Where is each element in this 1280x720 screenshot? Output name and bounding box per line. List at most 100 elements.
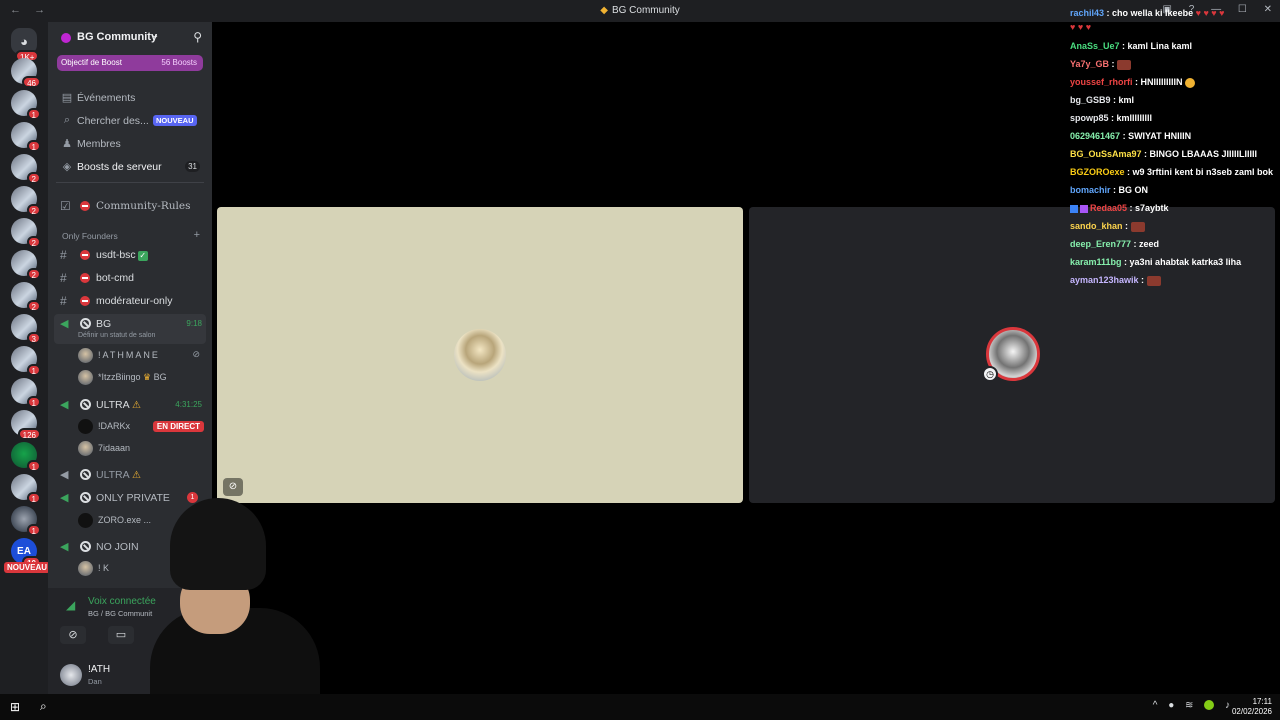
voice-timer: 4:31:25 [175,400,202,409]
unread-badge: 2 [26,300,41,312]
voice-connected-label: Voix connectée [88,596,156,607]
speaker-icon: ◀ [60,541,69,553]
unread-badge: 1 [26,140,41,152]
voice-user[interactable]: !DARKx EN DIRECT [78,417,208,437]
volume-icon[interactable]: ♪ [1225,700,1230,711]
emote-icon [1117,59,1132,70]
server-icon[interactable]: 1 [11,378,41,408]
app-tray-icon[interactable] [1204,700,1215,711]
server-icon[interactable]: 2 [11,282,41,312]
server-icon[interactable]: 1 [11,346,41,376]
nav-members[interactable]: ♟ Membres [48,134,212,154]
chat-emotes: ♥ ♥ ♥ [1070,22,1091,32]
server-icon[interactable]: 2 [11,250,41,280]
participant-tile[interactable]: ⊘ [217,207,743,503]
rules-icon: ☑ [60,199,71,213]
server-icon[interactable]: 2 [11,154,41,184]
screen-share-icon[interactable]: ▭ [108,626,134,644]
unread-badge: 1 [26,396,41,408]
participant-avatar [454,329,506,381]
direct-messages-icon[interactable]: ◕1K+ [11,28,40,62]
avatar [78,561,93,576]
chat-message: bomachir : BG ON [1070,185,1149,195]
unread-badge: 2 [26,268,41,280]
microphone-icon[interactable]: ● [1168,700,1174,711]
nav-search[interactable]: ⌕ Chercher des... NOUVEAU [48,111,212,131]
server-icon[interactable]: 1 [11,90,41,120]
ban-icon [80,399,91,410]
heart-emote: ♥ ♥ ♥ ♥ [1195,8,1225,18]
avatar[interactable] [60,664,82,686]
avatar [78,441,93,456]
close-icon[interactable]: ✕ [1264,4,1272,15]
divider [56,182,204,183]
server-icon[interactable]: 1 [11,122,41,152]
signal-icon: ◢ [66,598,76,612]
invite-member-icon[interactable]: ⚲ [193,30,202,44]
channel-status[interactable]: Définir un statut de salon [78,332,155,339]
server-icon[interactable]: 46 [11,58,41,88]
clock[interactable]: 17:11 02/02/2026 [1232,697,1272,717]
boost-count-badge: 31 [185,161,200,172]
windows-start-icon[interactable]: ⊞ [10,700,22,714]
channel-usdt-bsc[interactable]: # usdt-bsc ✓ [54,245,206,265]
unread-badge: 1 [26,524,41,536]
taskbar: ⊞ ⌕ ^ ● ≋ ♪ 17:11 02/02/2026 [0,694,1280,720]
chat-message: youssef_rhorfi : HNIIIIIIIIIN [1070,77,1196,88]
voice-channel-ultra[interactable]: ◀ ULTRA ⚠ 4:31:25 [54,395,206,415]
server-icon[interactable]: 1 [11,474,41,504]
hashtag-icon: # [60,294,67,308]
server-icon[interactable]: 126 [11,410,41,440]
server-icon[interactable]: 2 [11,218,41,248]
camera-off-icon: ⊘ [223,478,243,496]
search-icon[interactable]: ⌕ [40,699,47,714]
category-only-founders[interactable]: Only Founders [62,231,118,241]
wifi-icon[interactable]: ≋ [1185,700,1193,711]
camera-off-icon[interactable]: ⊘ [60,626,86,644]
server-icon[interactable]: 3 [11,314,41,344]
calendar-icon: ▤ [61,92,73,104]
unread-badge: 1 [26,108,41,120]
chat-message: BG_OuSsAma97 : BINGO LBAAAS JIIIIILIIIII [1070,149,1258,159]
webcam-cap [170,498,266,590]
server-icon[interactable]: 1 [11,442,41,472]
nav-events[interactable]: ▤ Événements [48,88,212,108]
voice-user[interactable]: !ATHMANE ⊘ [78,346,208,366]
chat-message: deep_Eren777 : zeed [1070,239,1160,249]
nav-server-boosts[interactable]: ◈ Boosts de serveur 31 [48,157,212,177]
speaker-icon: ◀ [60,469,69,481]
server-icon[interactable]: 2 [11,186,41,216]
ea-server-icon[interactable]: EA10 [11,538,41,568]
participant-tile[interactable]: ◷ [749,207,1275,503]
maximize-icon[interactable]: ☐ [1238,4,1247,15]
unread-badge: 2 [26,236,41,248]
voice-channel-bg[interactable]: ◀ BG 9:18 Définir un statut de salon [54,314,206,344]
no-entry-icon [80,250,90,260]
chevron-down-icon[interactable]: ⌄ [151,30,159,41]
crown-icon: ♛ [143,372,152,382]
ban-icon [80,318,91,329]
channel-bot-cmd[interactable]: # bot-cmd [54,268,206,288]
ban-icon [80,492,91,503]
chevron-up-icon[interactable]: ^ [1153,700,1158,711]
unread-badge: 1 [26,364,41,376]
channel-community-rules[interactable]: ☑ Community-Rules [54,196,206,216]
voice-user[interactable]: *ItzzBiingo ♛ BG [78,368,208,388]
server-header[interactable]: BG Community ⌄ ⚲ [48,22,212,54]
voice-channel-ultra-2[interactable]: ◀ ULTRA ⚠ [54,465,206,485]
warning-icon: ⚠ [132,470,141,481]
voice-user[interactable]: 7idaaan [78,439,208,459]
ban-icon [80,469,91,480]
voice-channel-path[interactable]: BG / BG Communit [88,609,152,618]
chat-message: BGZOROexe : w9 3rftini kent bi n3seb zam… [1070,167,1274,177]
boost-goal-bar[interactable]: Objectif de Boost 56 Boosts [57,55,203,71]
warning-icon: ⚠ [132,400,141,411]
badge-icon [1070,204,1078,213]
channel-moderateur-only[interactable]: # modérateur-only [54,291,206,311]
no-entry-icon [80,201,90,211]
boost-count: 56 Boosts [161,58,197,67]
unread-badge: 46 [22,76,41,88]
server-icon[interactable]: 1 [11,506,41,536]
user-status: Dan [88,677,102,686]
add-channel-icon[interactable]: + [194,229,200,241]
